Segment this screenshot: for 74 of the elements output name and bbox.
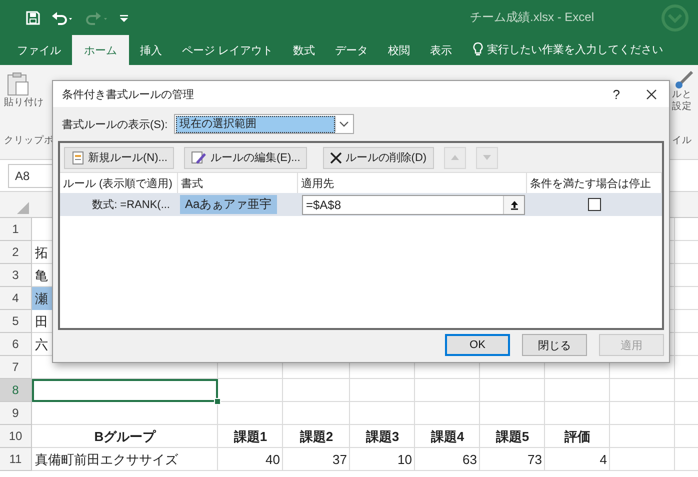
- ring-icon: [660, 4, 690, 32]
- triangle-down-icon: [482, 153, 492, 162]
- row-header[interactable]: 5: [0, 310, 32, 333]
- pencil-icon: [191, 150, 208, 164]
- checkbox[interactable]: [588, 198, 601, 211]
- table-cell-text: 真備町前田エクササイズ: [34, 450, 179, 468]
- table-cell-text: 課題5: [494, 428, 530, 446]
- ribbon-tab[interactable]: ページ レイアウト: [173, 35, 282, 65]
- chevron-down-icon[interactable]: [338, 120, 349, 128]
- rule-row[interactable]: 数式: =RANK(... Aaあぁアァ亜宇 =$A$8: [60, 193, 662, 216]
- row-header[interactable]: 6: [0, 333, 32, 356]
- table-cell-text: 10: [396, 451, 413, 469]
- row-header[interactable]: 10: [0, 425, 32, 448]
- row-header[interactable]: 4: [0, 287, 32, 310]
- row-header[interactable]: 1: [0, 218, 32, 241]
- applies-to-field[interactable]: =$A$8: [302, 194, 525, 214]
- triangle-up-icon: [450, 153, 460, 162]
- ribbon-tab[interactable]: 挿入: [131, 35, 171, 65]
- lightbulb-icon: [473, 42, 484, 58]
- row-header[interactable]: 2: [0, 241, 32, 264]
- format-preview: Aaあぁアァ亜宇: [180, 195, 277, 214]
- row-header[interactable]: 9: [0, 402, 32, 425]
- paste-label[interactable]: 貼り付け: [4, 97, 44, 109]
- rule-text: 数式: =RANK(...: [91, 198, 171, 213]
- field-value: =$A$8: [306, 198, 342, 212]
- table-cell-text: 拓: [34, 244, 49, 262]
- row-header[interactable]: 7: [0, 356, 32, 379]
- dialog-button[interactable]: OK: [445, 334, 510, 356]
- window-title: チーム成績.xlsx - Excel: [470, 9, 594, 26]
- close-icon[interactable]: [646, 88, 657, 100]
- ribbon-tab[interactable]: ファイル: [8, 35, 70, 65]
- table-cell-text: 40: [264, 451, 281, 469]
- collapse-icon: [510, 200, 518, 210]
- dialog-title: 条件付き書式ルールの管理: [62, 88, 194, 102]
- tell-me-field[interactable]: 実行したい作業を入力してください: [487, 44, 672, 56]
- table-cell-text: 課題4: [430, 428, 466, 446]
- table-cell-text: 課題2: [298, 428, 334, 446]
- new-document-icon: [71, 150, 85, 164]
- table-cell-text: 課題1: [232, 428, 268, 446]
- table-cell-text: 4: [598, 451, 608, 469]
- field-label: 書式ルールの表示(S):: [62, 118, 168, 132]
- ribbon-tab[interactable]: 校閲: [379, 35, 420, 65]
- row-header[interactable]: 11: [0, 448, 32, 471]
- ribbon-tab[interactable]: 数式: [284, 35, 324, 65]
- table-cell-text: 63: [462, 451, 478, 469]
- ribbon-label[interactable]: ルと: [672, 89, 692, 101]
- active-cell[interactable]: [32, 379, 218, 402]
- ribbon-tab[interactable]: データ: [326, 35, 378, 65]
- table-cell-text: 亀: [34, 266, 49, 284]
- ribbon-group-label: イル: [672, 134, 692, 147]
- table-cell-text: 評価: [563, 428, 592, 446]
- table-cell-text: Bグループ: [93, 428, 158, 446]
- dialog-button[interactable]: 閉じる: [522, 334, 587, 356]
- ribbon-tab[interactable]: 表示: [421, 35, 462, 65]
- toolbar-button[interactable]: ルールの編集(E)...: [184, 146, 308, 168]
- fill-handle[interactable]: [214, 398, 221, 405]
- toolbar-button[interactable]: ルールの削除(D): [323, 146, 434, 168]
- dropdown-value[interactable]: 現在の選択範囲: [176, 116, 335, 132]
- table-cell-text: 37: [332, 451, 348, 469]
- save-icon[interactable]: [25, 10, 41, 26]
- collapse-button[interactable]: [503, 196, 524, 214]
- table-cell-text: 課題3: [364, 428, 400, 446]
- toolbar-button[interactable]: 新規ルール(N)...: [64, 146, 174, 168]
- ribbon-tab[interactable]: ホーム: [72, 35, 129, 65]
- ribbon-label[interactable]: 設定: [672, 101, 692, 113]
- delete-icon: [330, 152, 342, 164]
- table-cell-text: 73: [526, 451, 543, 469]
- row-header[interactable]: 3: [0, 264, 32, 287]
- row-header[interactable]: 8: [0, 379, 32, 402]
- table-cell-text: 六: [34, 336, 49, 354]
- scope-dropdown[interactable]: 現在の選択範囲: [174, 114, 354, 134]
- table-cell-text: 田: [34, 312, 49, 330]
- undo-icon[interactable]: [51, 10, 75, 26]
- help-button[interactable]: ?: [612, 86, 620, 102]
